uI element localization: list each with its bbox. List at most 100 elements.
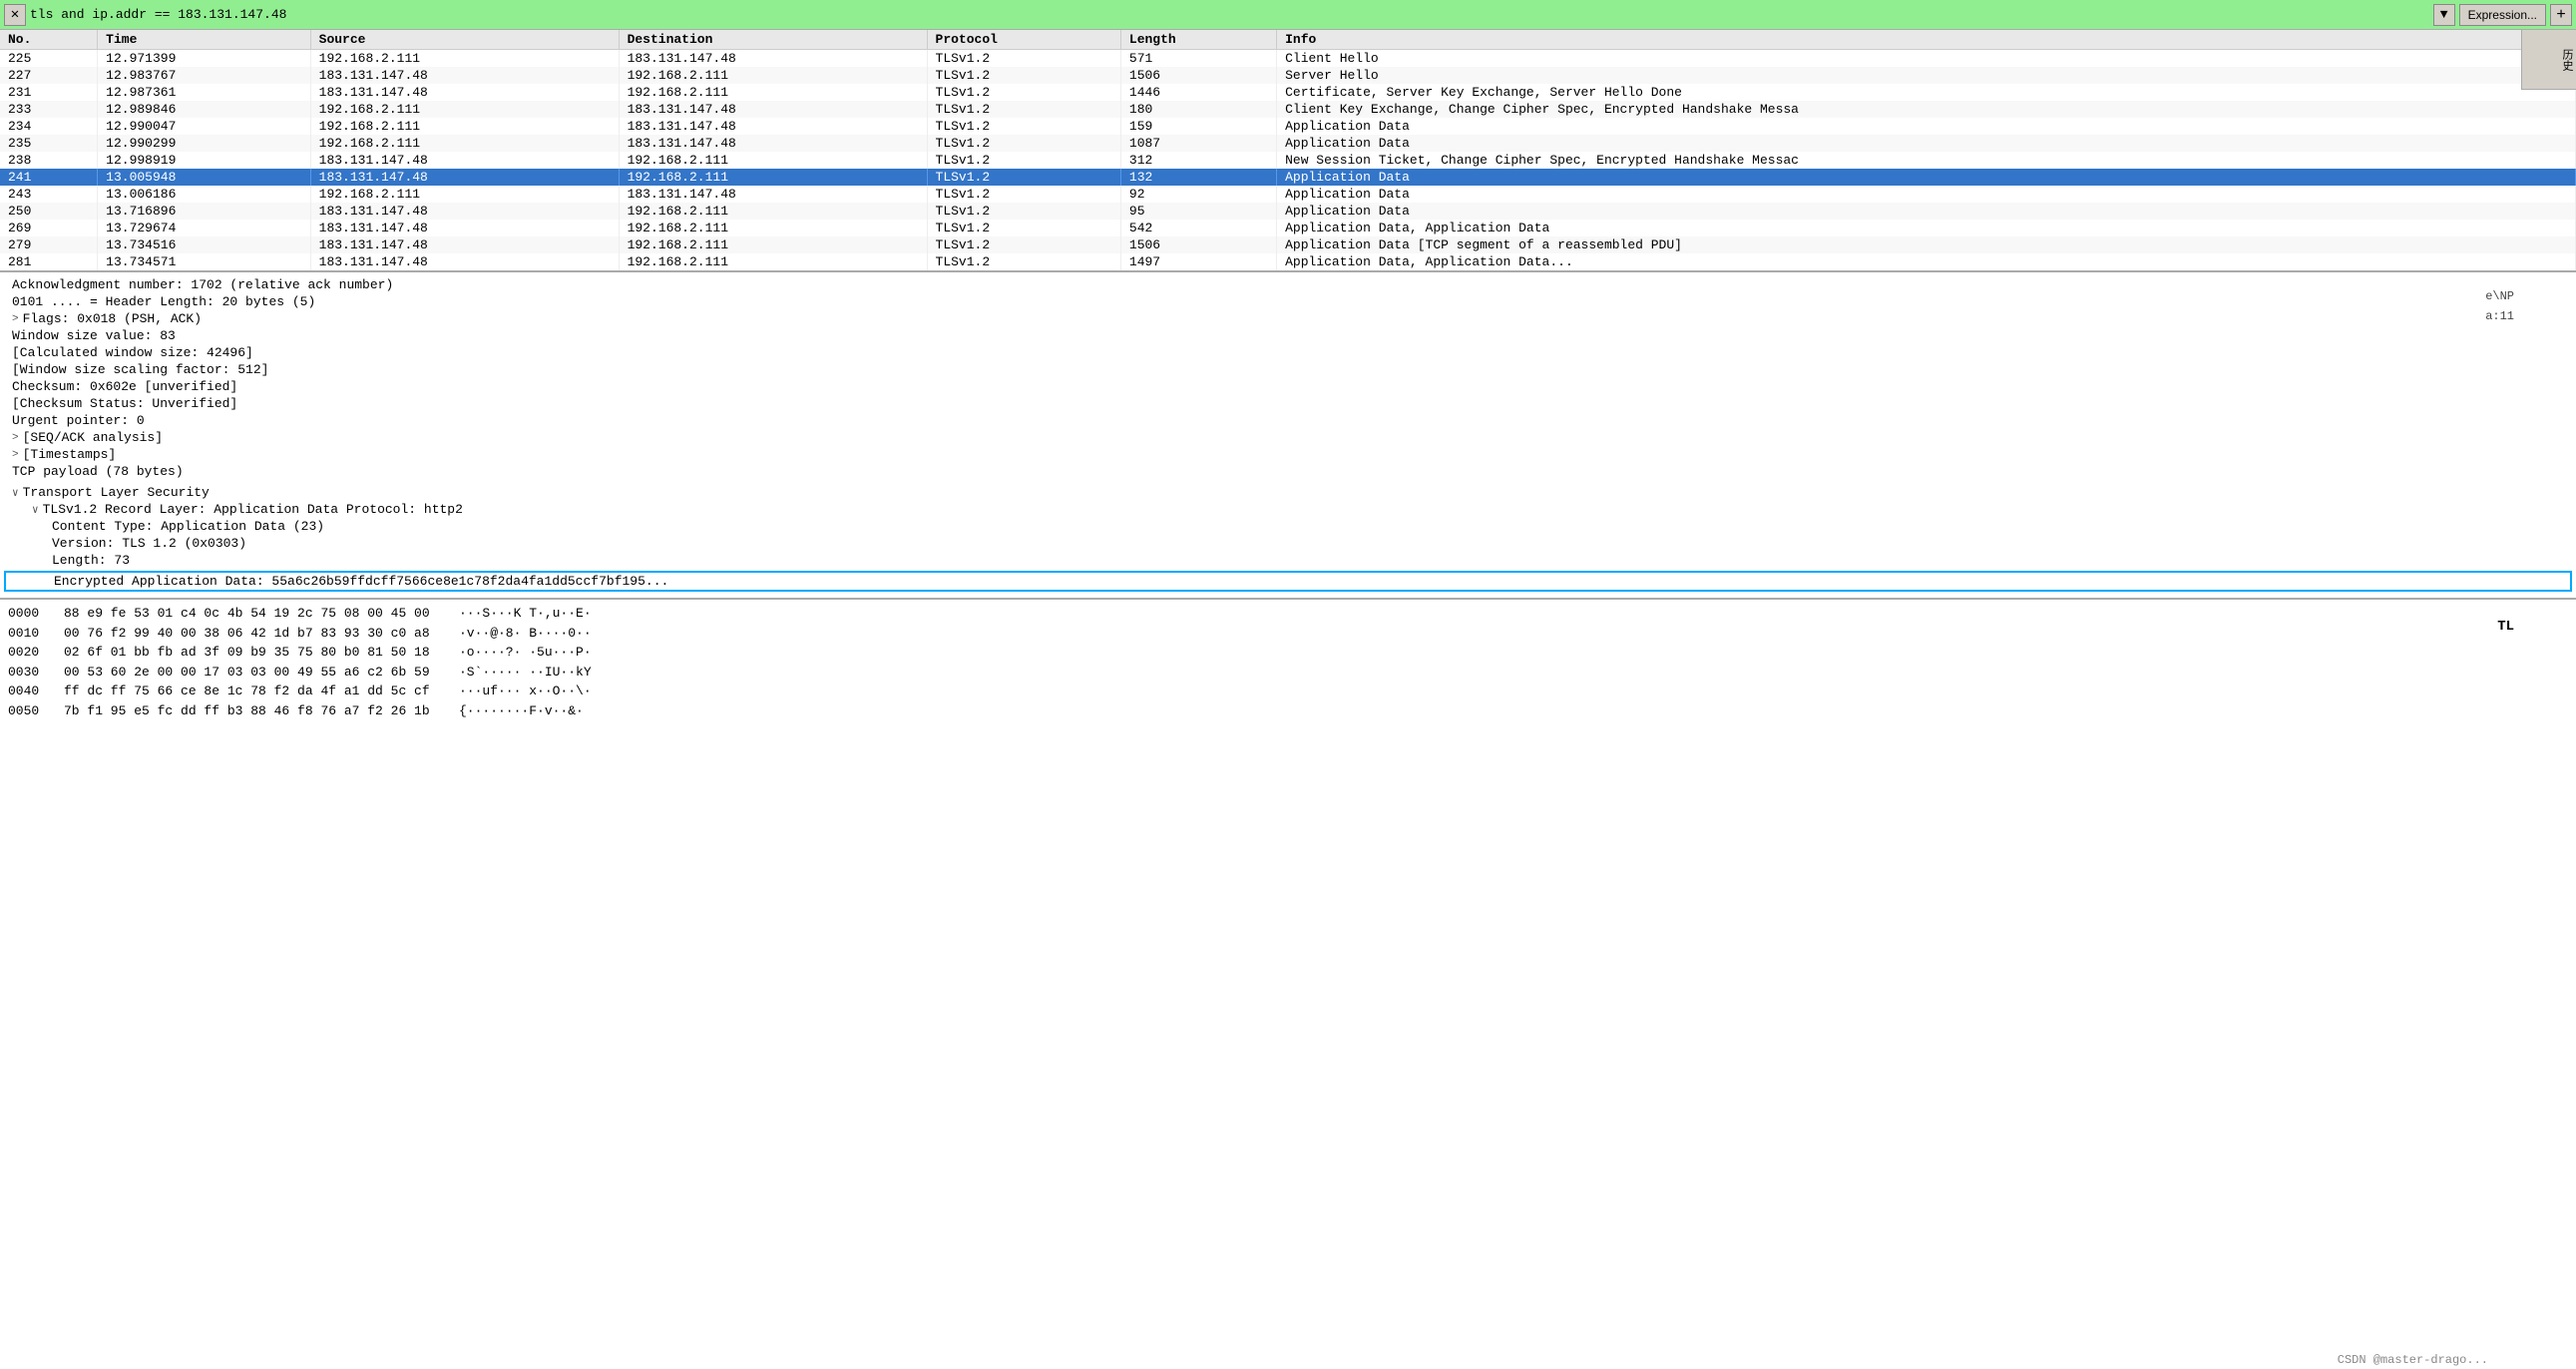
detail-line[interactable]: ∨ Transport Layer Security <box>0 484 2576 501</box>
cell-protocol: TLSv1.2 <box>927 152 1120 169</box>
hex-ascii: ·o····?· ·5u···P· <box>459 643 592 663</box>
hex-ascii: ·v··@·8· B····0·· <box>459 624 592 644</box>
cell-destination: 183.131.147.48 <box>619 186 927 203</box>
hex-offset: 0010 <box>8 624 48 644</box>
filter-bar: ✕ ▼ Expression... + <box>0 0 2576 30</box>
table-row[interactable]: 23412.990047192.168.2.111183.131.147.48T… <box>0 118 2576 135</box>
history-label: 历史 <box>2522 30 2576 90</box>
cell-protocol: TLSv1.2 <box>927 186 1120 203</box>
cell-destination: 192.168.2.111 <box>619 236 927 253</box>
col-header-time: Time <box>98 30 310 50</box>
hex-line: 000088 e9 fe 53 01 c4 0c 4b 54 19 2c 75 … <box>8 604 2568 624</box>
filter-clear-button[interactable]: ✕ <box>4 4 26 26</box>
table-row[interactable]: 22712.983767183.131.147.48192.168.2.111T… <box>0 67 2576 84</box>
cell-length: 132 <box>1120 169 1276 186</box>
table-row[interactable]: 28113.734571183.131.147.48192.168.2.111T… <box>0 253 2576 270</box>
table-row[interactable]: 25013.716896183.131.147.48192.168.2.111T… <box>0 203 2576 220</box>
detail-line: Version: TLS 1.2 (0x0303) <box>0 535 2576 552</box>
cell-source: 183.131.147.48 <box>310 84 619 101</box>
hex-ascii: {········F·v··&· <box>459 701 584 721</box>
detail-line[interactable]: > [SEQ/ACK analysis] <box>0 429 2576 446</box>
cell-time: 13.005948 <box>98 169 310 186</box>
cell-destination: 192.168.2.111 <box>619 253 927 270</box>
cell-info: Client Key Exchange, Change Cipher Spec,… <box>1277 101 2576 118</box>
cell-length: 542 <box>1120 220 1276 236</box>
cell-source: 192.168.2.111 <box>310 135 619 152</box>
collapse-arrow-icon[interactable]: ∨ <box>12 486 19 500</box>
cell-info: Application Data, Application Data... <box>1277 253 2576 270</box>
detail-line: Urgent pointer: 0 <box>0 412 2576 429</box>
table-row[interactable]: 27913.734516183.131.147.48192.168.2.111T… <box>0 236 2576 253</box>
detail-text: [SEQ/ACK analysis] <box>23 430 163 445</box>
table-row[interactable]: 24313.006186192.168.2.111183.131.147.48T… <box>0 186 2576 203</box>
cell-protocol: TLSv1.2 <box>927 203 1120 220</box>
cell-time: 13.734516 <box>98 236 310 253</box>
detail-line: Content Type: Application Data (23) <box>0 518 2576 535</box>
expand-arrow-icon[interactable]: > <box>12 449 19 461</box>
cell-no: 238 <box>0 152 98 169</box>
detail-text: [Calculated window size: 42496] <box>12 345 253 360</box>
detail-line[interactable]: > [Timestamps] <box>0 446 2576 463</box>
expand-arrow-icon[interactable]: > <box>12 313 19 325</box>
table-row[interactable]: 24113.005948183.131.147.48192.168.2.111T… <box>0 169 2576 186</box>
cell-source: 183.131.147.48 <box>310 169 619 186</box>
cell-source: 192.168.2.111 <box>310 186 619 203</box>
cell-length: 95 <box>1120 203 1276 220</box>
detail-line: Encrypted Application Data: 55a6c26b59ff… <box>4 571 2572 592</box>
hex-ascii: ·S`····· ··IU··kY <box>459 663 592 683</box>
hex-line: 001000 76 f2 99 40 00 38 06 42 1d b7 83 … <box>8 624 2568 644</box>
expand-arrow-icon[interactable]: > <box>12 432 19 444</box>
detail-text: Length: 73 <box>52 553 130 568</box>
cell-time: 12.983767 <box>98 67 310 84</box>
cell-source: 183.131.147.48 <box>310 67 619 84</box>
cell-destination: 192.168.2.111 <box>619 152 927 169</box>
cell-source: 183.131.147.48 <box>310 220 619 236</box>
hex-offset: 0020 <box>8 643 48 663</box>
table-row[interactable]: 23112.987361183.131.147.48192.168.2.111T… <box>0 84 2576 101</box>
cell-no: 225 <box>0 50 98 68</box>
cell-info: Client Hello <box>1277 50 2576 68</box>
col-header-length: Length <box>1120 30 1276 50</box>
cell-no: 281 <box>0 253 98 270</box>
cell-protocol: TLSv1.2 <box>927 220 1120 236</box>
cell-destination: 183.131.147.48 <box>619 101 927 118</box>
main-container: No. Time Source Destination Protocol Len… <box>0 30 2576 1369</box>
table-row[interactable]: 23512.990299192.168.2.111183.131.147.48T… <box>0 135 2576 152</box>
collapse-arrow-icon[interactable]: ∨ <box>32 503 39 517</box>
table-header-row: No. Time Source Destination Protocol Len… <box>0 30 2576 50</box>
cell-destination: 183.131.147.48 <box>619 50 927 68</box>
cell-length: 312 <box>1120 152 1276 169</box>
detail-line[interactable]: > Flags: 0x018 (PSH, ACK) <box>0 310 2576 327</box>
table-row[interactable]: 26913.729674183.131.147.48192.168.2.111T… <box>0 220 2576 236</box>
detail-text: TCP payload (78 bytes) <box>12 464 184 479</box>
detail-line: TCP payload (78 bytes) <box>0 463 2576 480</box>
cell-destination: 192.168.2.111 <box>619 220 927 236</box>
detail-line: [Window size scaling factor: 512] <box>0 361 2576 378</box>
cell-time: 13.006186 <box>98 186 310 203</box>
add-filter-button[interactable]: + <box>2550 4 2572 26</box>
col-header-info: Info <box>1277 30 2576 50</box>
cell-time: 13.734571 <box>98 253 310 270</box>
packet-table: No. Time Source Destination Protocol Len… <box>0 30 2576 270</box>
hex-line: 00507b f1 95 e5 fc dd ff b3 88 46 f8 76 … <box>8 701 2568 721</box>
detail-text: TLSv1.2 Record Layer: Application Data P… <box>43 502 463 517</box>
filter-dropdown-button[interactable]: ▼ <box>2433 4 2455 26</box>
cell-no: 231 <box>0 84 98 101</box>
cell-no: 235 <box>0 135 98 152</box>
cell-info: New Session Ticket, Change Cipher Spec, … <box>1277 152 2576 169</box>
cell-protocol: TLSv1.2 <box>927 236 1120 253</box>
table-row[interactable]: 23812.998919183.131.147.48192.168.2.111T… <box>0 152 2576 169</box>
watermark: CSDN @master-drago... <box>2330 1351 2496 1369</box>
expression-button[interactable]: Expression... <box>2459 4 2546 26</box>
table-row[interactable]: 23312.989846192.168.2.111183.131.147.48T… <box>0 101 2576 118</box>
detail-text: Urgent pointer: 0 <box>12 413 145 428</box>
tl-label: TL <box>2497 619 2514 635</box>
cell-source: 183.131.147.48 <box>310 203 619 220</box>
detail-line[interactable]: ∨ TLSv1.2 Record Layer: Application Data… <box>0 501 2576 518</box>
right-labels: 历史 <box>2521 30 2576 90</box>
table-row[interactable]: 22512.971399192.168.2.111183.131.147.48T… <box>0 50 2576 68</box>
filter-input[interactable] <box>30 7 2429 22</box>
cell-no: 243 <box>0 186 98 203</box>
cell-info: Application Data <box>1277 135 2576 152</box>
detail-text: Checksum: 0x602e [unverified] <box>12 379 237 394</box>
